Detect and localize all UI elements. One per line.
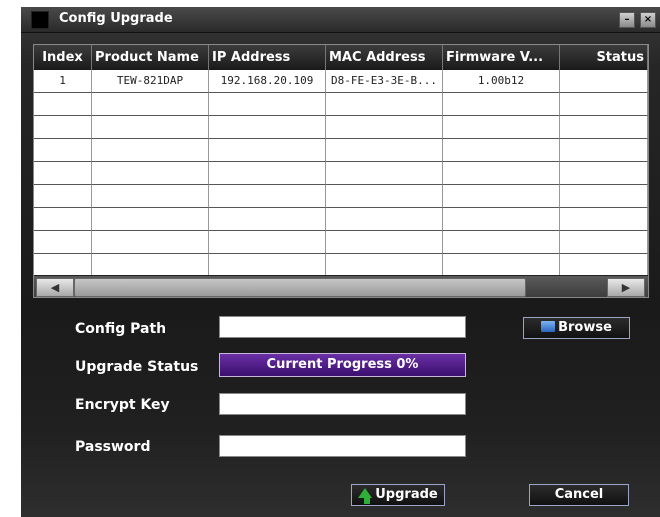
table-cell xyxy=(92,185,209,208)
column-header-status[interactable]: Status xyxy=(560,45,648,70)
table-row[interactable] xyxy=(34,116,648,139)
table-cell xyxy=(92,116,209,139)
table-row[interactable] xyxy=(34,162,648,185)
column-header-product-name[interactable]: Product Name xyxy=(92,45,209,70)
upgrade-button-label: Upgrade xyxy=(375,487,438,502)
close-button[interactable]: × xyxy=(640,12,656,28)
config-path-label: Config Path xyxy=(75,321,167,337)
table-cell xyxy=(92,93,209,116)
table-row[interactable] xyxy=(34,208,648,231)
table-row[interactable] xyxy=(34,254,648,277)
upgrade-button[interactable]: Upgrade xyxy=(351,484,445,506)
table-cell xyxy=(326,231,443,254)
upgrade-arrow-stem xyxy=(364,498,371,504)
table-cell: 1 xyxy=(34,70,92,93)
table-row[interactable] xyxy=(34,139,648,162)
progress-text: Current Progress 0% xyxy=(266,357,419,372)
table-cell xyxy=(34,254,92,277)
table-cell xyxy=(209,185,326,208)
table-cell xyxy=(443,185,560,208)
table-body: 1 TEW-821DAP 192.168.20.109 D8-FE-E3-3E-B..… xyxy=(34,70,648,277)
encrypt-key-label: Encrypt Key xyxy=(75,397,170,413)
scrollbar-thumb[interactable] xyxy=(74,278,526,297)
table-cell xyxy=(326,185,443,208)
password-input[interactable] xyxy=(219,435,466,457)
table-cell xyxy=(560,231,648,254)
table-row[interactable] xyxy=(34,93,648,116)
table-cell xyxy=(209,93,326,116)
encrypt-key-input[interactable] xyxy=(219,393,466,415)
table-cell xyxy=(209,116,326,139)
title-bar[interactable]: Config Upgrade – × xyxy=(21,7,660,33)
table-cell: TEW-821DAP xyxy=(92,70,209,93)
app-icon xyxy=(31,11,49,29)
table-cell xyxy=(34,139,92,162)
table-cell xyxy=(326,254,443,277)
column-header-firmware-version[interactable]: Firmware V... xyxy=(443,45,560,70)
table-cell xyxy=(34,185,92,208)
table-cell xyxy=(326,139,443,162)
table-cell xyxy=(209,231,326,254)
table-cell xyxy=(92,254,209,277)
table-cell xyxy=(560,70,648,93)
table-cell xyxy=(560,116,648,139)
table-cell xyxy=(209,254,326,277)
table-cell xyxy=(443,139,560,162)
table-cell xyxy=(209,139,326,162)
table-cell xyxy=(326,162,443,185)
table-cell xyxy=(209,162,326,185)
table-cell xyxy=(560,162,648,185)
table-cell xyxy=(443,231,560,254)
password-label: Password xyxy=(75,439,151,455)
table-cell xyxy=(209,208,326,231)
browse-button[interactable]: Browse xyxy=(523,317,630,339)
scroll-right-button[interactable]: ▶ xyxy=(607,278,645,297)
table-cell: 192.168.20.109 xyxy=(209,70,326,93)
table-cell xyxy=(560,185,648,208)
table-cell xyxy=(443,254,560,277)
table-cell xyxy=(92,231,209,254)
browse-button-label: Browse xyxy=(558,320,612,335)
table-cell xyxy=(560,139,648,162)
scroll-left-button[interactable]: ◀ xyxy=(36,278,74,297)
table-cell xyxy=(92,208,209,231)
table-cell xyxy=(560,208,648,231)
table-cell xyxy=(326,116,443,139)
table-cell xyxy=(92,162,209,185)
table-cell: 1.00b12 xyxy=(443,70,560,93)
table-row[interactable] xyxy=(34,185,648,208)
column-header-index[interactable]: Index xyxy=(34,45,92,70)
horizontal-scrollbar[interactable]: ◀ ▶ xyxy=(34,275,648,297)
table-cell xyxy=(34,231,92,254)
minimize-button[interactable]: – xyxy=(619,12,635,28)
table-cell xyxy=(34,208,92,231)
config-upgrade-window: Config Upgrade – × Index Product Name IP… xyxy=(21,7,660,517)
config-path-input[interactable] xyxy=(219,316,466,338)
table-row[interactable] xyxy=(34,231,648,254)
folder-icon xyxy=(541,321,556,332)
table-cell xyxy=(443,116,560,139)
table-cell xyxy=(34,116,92,139)
table-row[interactable]: 1 TEW-821DAP 192.168.20.109 D8-FE-E3-3E-B..… xyxy=(34,70,648,93)
table-cell xyxy=(443,162,560,185)
table-cell xyxy=(34,93,92,116)
table-cell: D8-FE-E3-3E-B... xyxy=(326,70,443,93)
table-cell xyxy=(560,93,648,116)
window-title: Config Upgrade xyxy=(59,11,173,26)
upgrade-status-label: Upgrade Status xyxy=(75,359,199,375)
upgrade-arrow-icon xyxy=(358,488,373,498)
table-cell xyxy=(443,208,560,231)
table-cell xyxy=(326,208,443,231)
table-cell xyxy=(443,93,560,116)
cancel-button[interactable]: Cancel xyxy=(529,484,629,506)
table-cell xyxy=(326,93,443,116)
table-cell xyxy=(560,254,648,277)
table-cell xyxy=(92,139,209,162)
table-cell xyxy=(34,162,92,185)
column-header-ip-address[interactable]: IP Address xyxy=(209,45,326,70)
column-header-mac-address[interactable]: MAC Address xyxy=(326,45,443,70)
upgrade-progress-bar: Current Progress 0% xyxy=(219,353,466,377)
table-header: Index Product Name IP Address MAC Addres… xyxy=(34,45,648,70)
device-table: Index Product Name IP Address MAC Addres… xyxy=(33,44,649,298)
